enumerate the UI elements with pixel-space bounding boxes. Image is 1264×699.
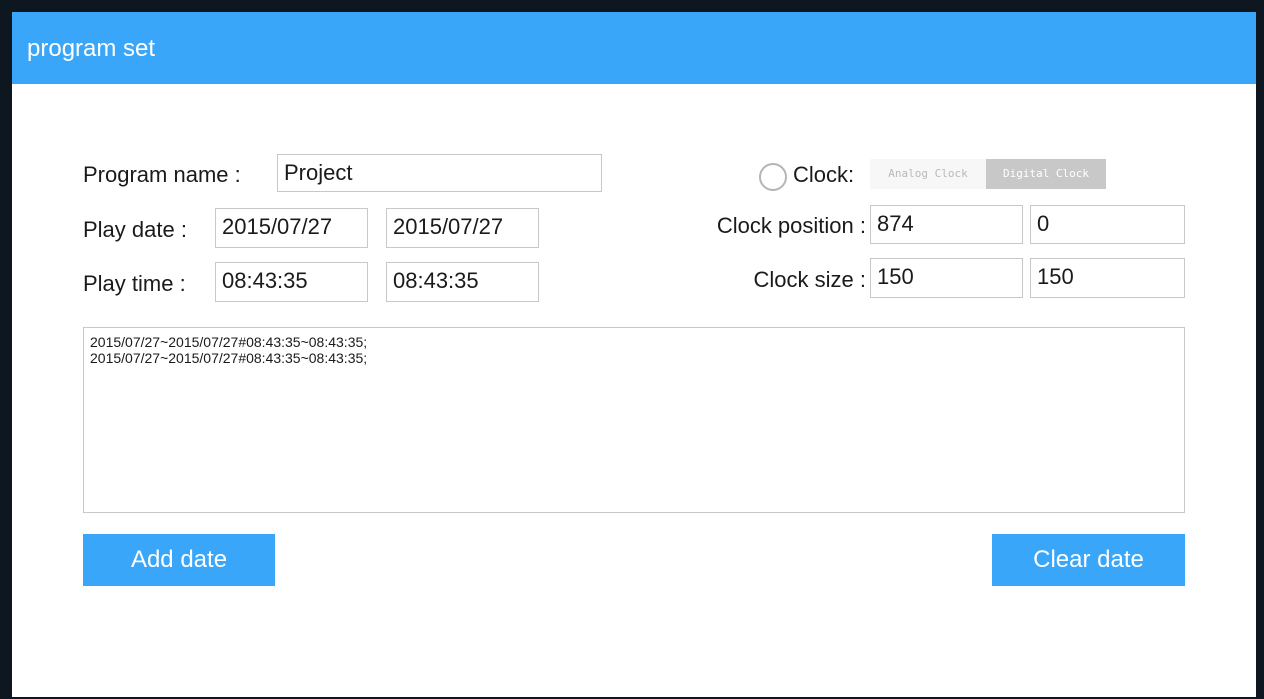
- clock-size-height-input[interactable]: 150: [1030, 258, 1185, 298]
- play-time-label: Play time :: [83, 271, 186, 296]
- clock-position-y-input[interactable]: 0: [1030, 205, 1185, 244]
- list-item: 2015/07/27~2015/07/27#08:43:35~08:43:35;: [90, 334, 368, 350]
- clock-size-width-input[interactable]: 150: [870, 258, 1023, 298]
- clock-position-x-input[interactable]: 874: [870, 205, 1023, 244]
- program-name-label: Program name :: [83, 162, 241, 187]
- analog-clock-option[interactable]: Analog Clock: [870, 159, 986, 189]
- title-bar: program set: [12, 12, 1256, 84]
- schedule-list[interactable]: 2015/07/27~2015/07/27#08:43:35~08:43:35;…: [83, 327, 1185, 513]
- clock-radio[interactable]: [759, 163, 787, 191]
- play-time-start-input[interactable]: 08:43:35: [215, 262, 368, 302]
- play-date-end-input[interactable]: 2015/07/27: [386, 208, 539, 248]
- play-date-label: Play date :: [83, 217, 187, 242]
- dialog-title: program set: [27, 35, 156, 62]
- clock-position-label: Clock position :: [716, 213, 866, 238]
- clock-size-label: Clock size :: [753, 267, 866, 292]
- clock-label: Clock:: [793, 162, 855, 187]
- program-name-input[interactable]: Project: [277, 154, 602, 192]
- digital-clock-option[interactable]: Digital Clock: [986, 159, 1106, 189]
- play-time-end-input[interactable]: 08:43:35: [386, 262, 539, 302]
- clear-date-button[interactable]: Clear date: [992, 534, 1185, 586]
- add-date-button[interactable]: Add date: [83, 534, 275, 586]
- play-date-start-input[interactable]: 2015/07/27: [215, 208, 368, 248]
- program-set-dialog: program set Program name : Project Play …: [12, 12, 1256, 697]
- list-item: 2015/07/27~2015/07/27#08:43:35~08:43:35;: [90, 350, 368, 366]
